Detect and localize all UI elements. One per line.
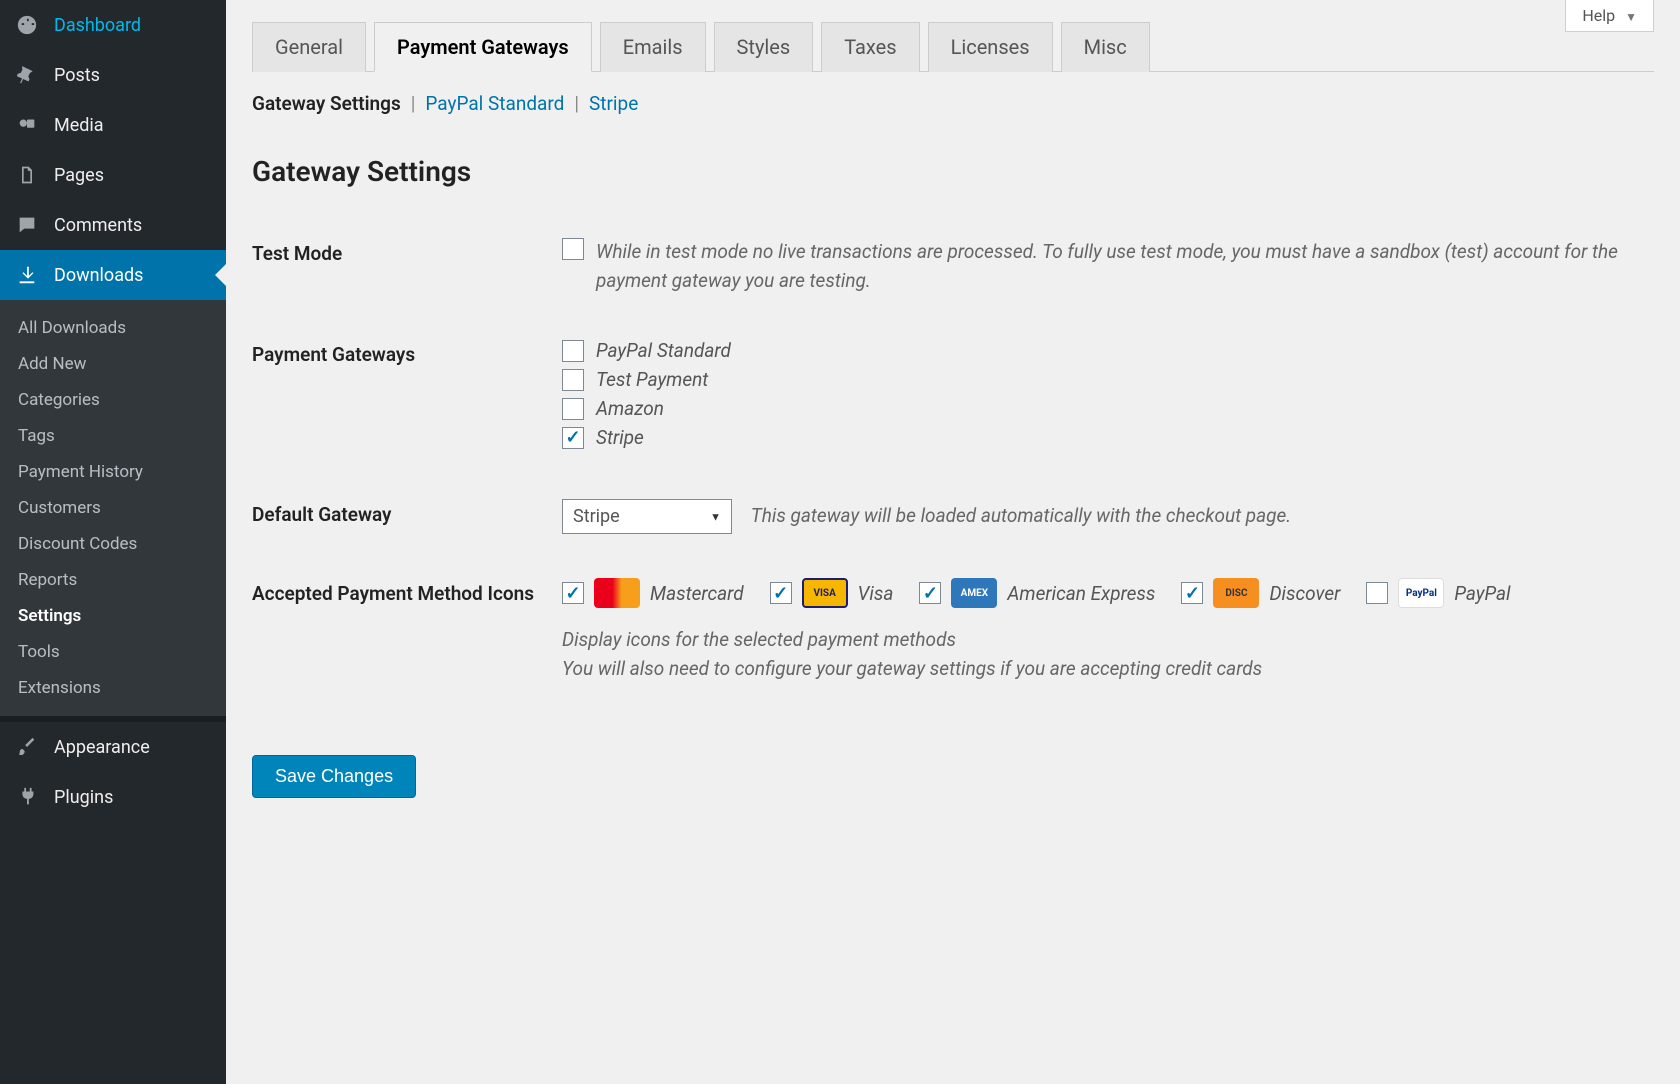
icon-label: Discover	[1269, 582, 1340, 605]
menu-pages[interactable]: Pages	[0, 150, 226, 200]
pages-icon	[14, 162, 40, 188]
submenu-add-new[interactable]: Add New	[0, 346, 226, 382]
gateway-label: Stripe	[596, 426, 644, 449]
pin-icon	[14, 62, 40, 88]
menu-label: Appearance	[54, 737, 150, 758]
desc-default-gateway: This gateway will be loaded automaticall…	[751, 504, 1291, 527]
desc-test-mode: While in test mode no live transactions …	[596, 238, 1654, 295]
menu-appearance[interactable]: Appearance	[0, 722, 226, 772]
label-default-gateway: Default Gateway	[252, 499, 562, 526]
paypal-icon: PayPal	[1398, 578, 1444, 608]
subtab-stripe[interactable]: Stripe	[589, 92, 638, 115]
menu-posts[interactable]: Posts	[0, 50, 226, 100]
chevron-down-icon: ▼	[1625, 10, 1637, 24]
subtab-paypal-standard[interactable]: PayPal Standard	[425, 92, 564, 115]
gateway-label: PayPal Standard	[596, 339, 731, 362]
dashboard-icon	[14, 12, 40, 38]
label-payment-gateways: Payment Gateways	[252, 339, 562, 366]
checkbox-icon-discover[interactable]	[1181, 582, 1203, 604]
content-area: Help ▼ General Payment Gateways Emails S…	[226, 0, 1680, 1084]
visa-icon: VISA	[802, 578, 848, 608]
menu-label: Plugins	[54, 787, 113, 808]
menu-label: Comments	[54, 215, 142, 236]
submenu-all-downloads[interactable]: All Downloads	[0, 310, 226, 346]
help-tab[interactable]: Help ▼	[1565, 0, 1654, 32]
menu-comments[interactable]: Comments	[0, 200, 226, 250]
select-default-gateway[interactable]: Stripe	[562, 499, 732, 534]
checkbox-icon-amex[interactable]	[919, 582, 941, 604]
gateway-label: Test Payment	[596, 368, 708, 391]
icon-label: Visa	[858, 582, 894, 605]
menu-label: Dashboard	[54, 15, 141, 36]
save-button[interactable]: Save Changes	[252, 755, 416, 798]
gateway-label: Amazon	[596, 397, 664, 420]
submenu-tags[interactable]: Tags	[0, 418, 226, 454]
discover-icon: DISC	[1213, 578, 1259, 608]
tab-misc[interactable]: Misc	[1061, 22, 1150, 72]
brush-icon	[14, 734, 40, 760]
submenu-downloads: All Downloads Add New Categories Tags Pa…	[0, 300, 226, 716]
checkbox-icon-mastercard[interactable]	[562, 582, 584, 604]
plug-icon	[14, 784, 40, 810]
menu-label: Pages	[54, 165, 104, 186]
subtab-nav: Gateway Settings | PayPal Standard | Str…	[252, 92, 1654, 115]
submenu-categories[interactable]: Categories	[0, 382, 226, 418]
tab-emails[interactable]: Emails	[600, 22, 706, 72]
icon-label: American Express	[1007, 582, 1155, 605]
checkbox-icon-paypal[interactable]	[1366, 582, 1388, 604]
tab-general[interactable]: General	[252, 22, 366, 72]
page-title: Gateway Settings	[252, 155, 1654, 188]
tab-taxes[interactable]: Taxes	[821, 22, 919, 72]
submenu-customers[interactable]: Customers	[0, 490, 226, 526]
checkbox-test-mode[interactable]	[562, 238, 584, 260]
icon-label: Mastercard	[650, 582, 744, 605]
checkbox-gateway-paypal[interactable]	[562, 340, 584, 362]
submenu-reports[interactable]: Reports	[0, 562, 226, 598]
checkbox-icon-visa[interactable]	[770, 582, 792, 604]
desc-icons-1: Display icons for the selected payment m…	[562, 626, 1654, 655]
icon-label: PayPal	[1454, 582, 1510, 605]
submenu-payment-history[interactable]: Payment History	[0, 454, 226, 490]
submenu-tools[interactable]: Tools	[0, 634, 226, 670]
submenu-discount-codes[interactable]: Discount Codes	[0, 526, 226, 562]
download-icon	[14, 262, 40, 288]
amex-icon: AMEX	[951, 578, 997, 608]
menu-downloads[interactable]: Downloads	[0, 250, 226, 300]
checkbox-gateway-amazon[interactable]	[562, 398, 584, 420]
admin-sidebar: Dashboard Posts Media Pages Comments Dow…	[0, 0, 226, 1084]
mastercard-icon	[594, 578, 640, 608]
menu-dashboard[interactable]: Dashboard	[0, 0, 226, 50]
menu-media[interactable]: Media	[0, 100, 226, 150]
desc-icons-2: You will also need to configure your gat…	[562, 655, 1654, 684]
comment-icon	[14, 212, 40, 238]
tab-licenses[interactable]: Licenses	[928, 22, 1053, 72]
submenu-settings[interactable]: Settings	[0, 598, 226, 634]
checkbox-gateway-stripe[interactable]	[562, 427, 584, 449]
media-icon	[14, 112, 40, 138]
tab-payment-gateways[interactable]: Payment Gateways	[374, 22, 592, 72]
checkbox-gateway-test[interactable]	[562, 369, 584, 391]
label-payment-icons: Accepted Payment Method Icons	[252, 578, 562, 605]
submenu-extensions[interactable]: Extensions	[0, 670, 226, 706]
tab-styles[interactable]: Styles	[714, 22, 814, 72]
menu-plugins[interactable]: Plugins	[0, 772, 226, 822]
menu-label: Posts	[54, 65, 100, 86]
menu-label: Downloads	[54, 265, 143, 286]
label-test-mode: Test Mode	[252, 238, 562, 265]
settings-tabs: General Payment Gateways Emails Styles T…	[252, 22, 1654, 72]
subtab-gateway-settings[interactable]: Gateway Settings	[252, 92, 401, 115]
help-label: Help	[1582, 6, 1615, 25]
menu-label: Media	[54, 115, 104, 136]
